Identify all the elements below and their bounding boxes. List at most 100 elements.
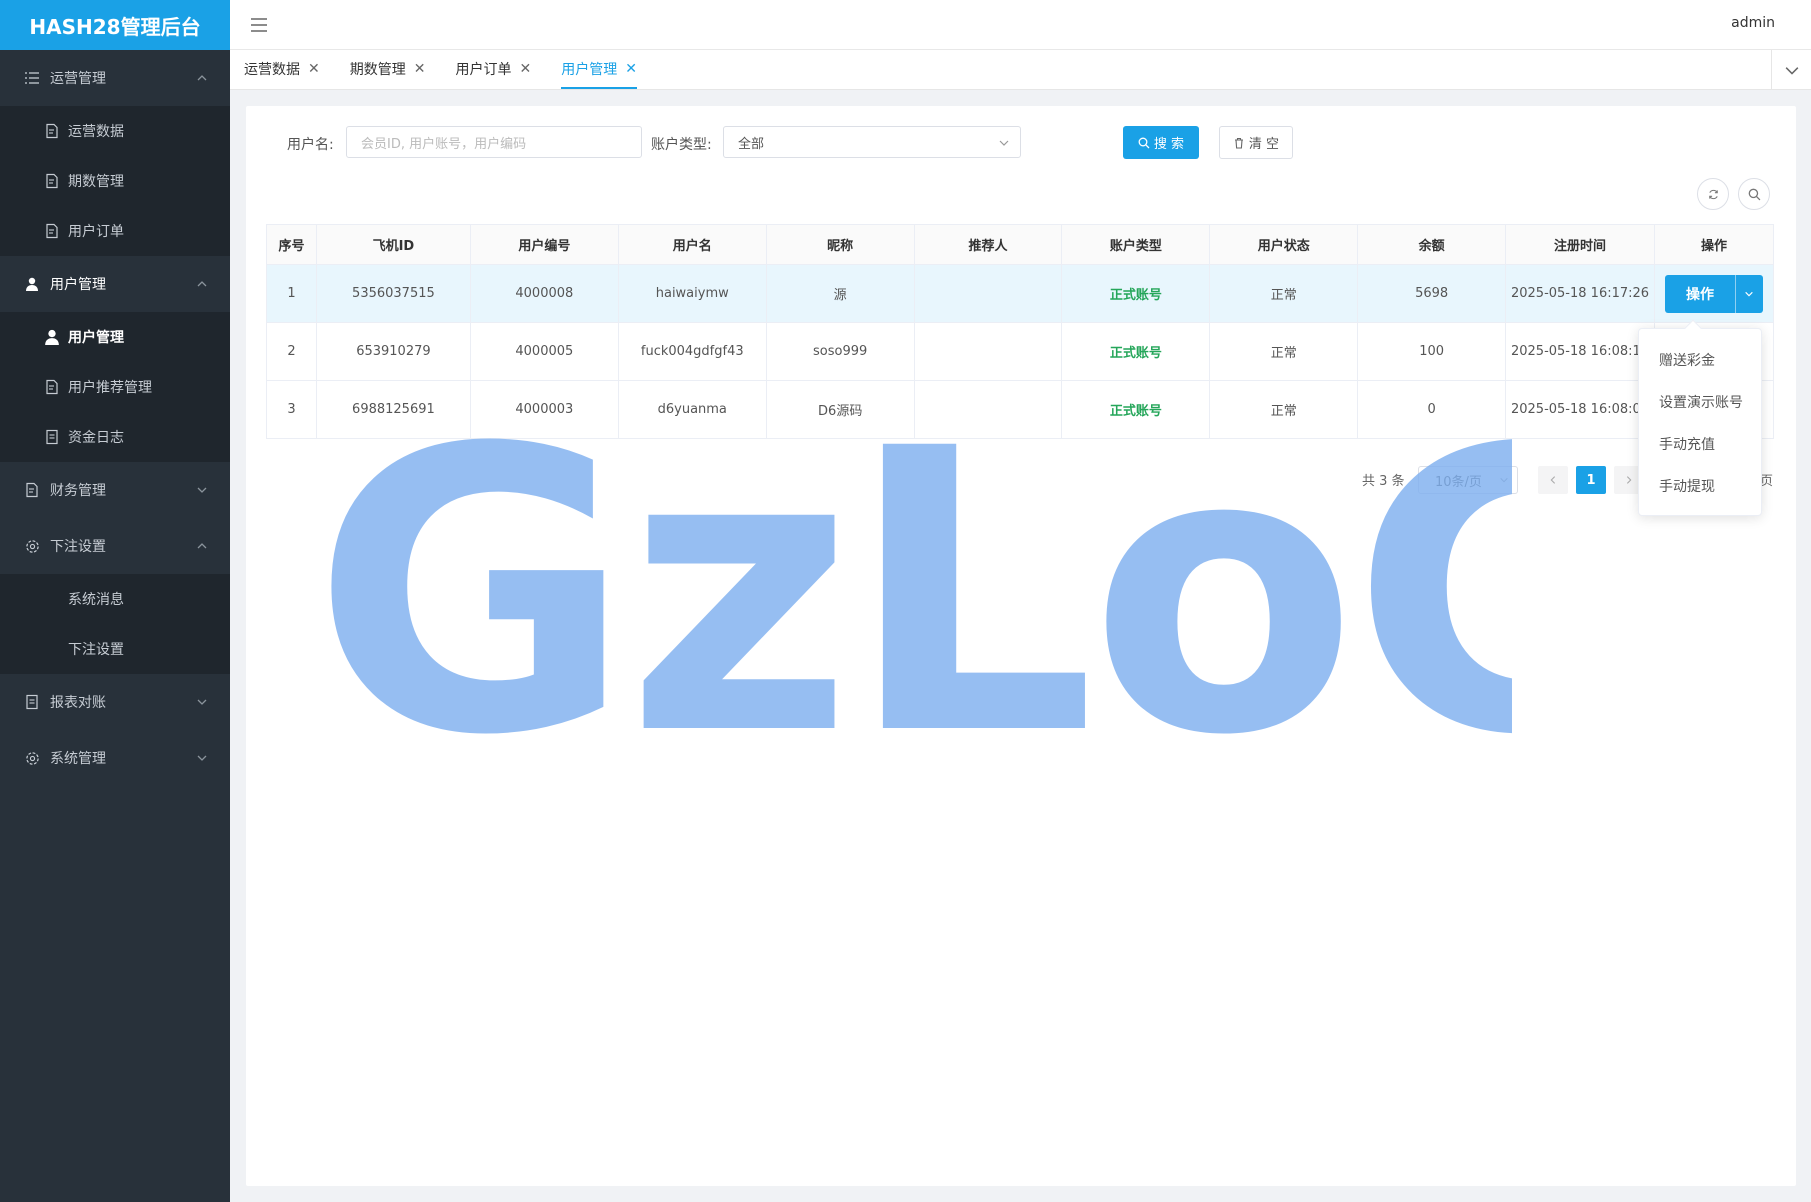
menu-item-manual-deposit[interactable]: 手动充值 bbox=[1639, 423, 1761, 465]
operation-button[interactable]: 操作 bbox=[1664, 274, 1735, 313]
table-row[interactable]: 2 653910279 4000005 fuck004gdfgf43 soso9… bbox=[266, 322, 1775, 381]
tab-orders[interactable]: 用户订单 ✕ bbox=[455, 49, 531, 89]
sidebar-item-periods[interactable]: 期数管理 bbox=[0, 156, 230, 206]
sidebar-item-user-management[interactable]: 用户管理 bbox=[0, 312, 230, 362]
tab-bar: 运营数据 ✕ 期数管理 ✕ 用户订单 ✕ 用户管理 ✕ bbox=[230, 50, 1811, 90]
page-size-select[interactable]: 10条/页 bbox=[1418, 466, 1518, 494]
tab-label: 运营数据 bbox=[244, 62, 300, 78]
close-icon[interactable]: ✕ bbox=[519, 61, 531, 77]
chevron-right-icon bbox=[1626, 476, 1632, 484]
tab-ops-data[interactable]: 运营数据 ✕ bbox=[244, 49, 320, 89]
sidebar-group-finance[interactable]: 财务管理 bbox=[0, 462, 230, 518]
gear-icon bbox=[24, 538, 40, 554]
close-icon[interactable]: ✕ bbox=[308, 61, 320, 77]
refresh-button[interactable] bbox=[1697, 178, 1729, 210]
toggle-search-button[interactable] bbox=[1738, 178, 1770, 210]
column-header[interactable]: 用户名 bbox=[617, 224, 767, 265]
cell-no: 1 bbox=[266, 264, 317, 323]
menu-item-manual-withdraw[interactable]: 手动提现 bbox=[1639, 465, 1761, 507]
sidebar-item-system-messages[interactable]: 系统消息 bbox=[0, 574, 230, 624]
sidebar-group-users[interactable]: 用户管理 bbox=[0, 256, 230, 312]
document-icon bbox=[44, 223, 60, 239]
sidebar-item-referrals[interactable]: 用户推荐管理 bbox=[0, 362, 230, 412]
sidebar-group-label: 用户管理 bbox=[50, 277, 106, 293]
sidebar-group-operations[interactable]: 运营管理 bbox=[0, 50, 230, 106]
tabs-more-button[interactable] bbox=[1771, 50, 1811, 90]
cell-user-no: 4000003 bbox=[469, 380, 619, 439]
column-header[interactable]: 飞机ID bbox=[315, 224, 471, 265]
column-header[interactable]: 账户类型 bbox=[1061, 224, 1211, 265]
pager-prev-button[interactable] bbox=[1538, 466, 1568, 494]
sidebar: HASH28管理后台 运营管理 运营数据 期数管理 用户订单 用户管理 用户管理… bbox=[0, 0, 230, 1202]
column-header[interactable]: 用户编号 bbox=[469, 224, 619, 265]
sidebar-group-system[interactable]: 系统管理 bbox=[0, 730, 230, 786]
column-header[interactable]: 昵称 bbox=[765, 224, 915, 265]
list-icon bbox=[24, 70, 40, 86]
pager-page-current[interactable]: 1 bbox=[1576, 466, 1606, 494]
column-header[interactable]: 推荐人 bbox=[913, 224, 1063, 265]
cell-status: 正常 bbox=[1209, 380, 1359, 439]
column-header[interactable]: 注册时间 bbox=[1505, 224, 1655, 265]
clear-button[interactable]: 清 空 bbox=[1219, 126, 1293, 159]
file-text-icon bbox=[44, 429, 60, 445]
sidebar-item-bet-config[interactable]: 下注设置 bbox=[0, 624, 230, 674]
table-row[interactable]: 1 5356037515 4000008 haiwaiymw 源 正式账号 正常… bbox=[266, 264, 1775, 323]
document-icon bbox=[24, 482, 40, 498]
submenu-operations: 运营数据 期数管理 用户订单 bbox=[0, 106, 230, 256]
sidebar-group-label: 系统管理 bbox=[50, 751, 106, 767]
tab-periods[interactable]: 期数管理 ✕ bbox=[350, 49, 426, 89]
cell-nickname: soso999 bbox=[765, 322, 915, 381]
search-icon bbox=[1748, 188, 1760, 200]
chevron-down-icon bbox=[999, 140, 1009, 146]
close-icon[interactable]: ✕ bbox=[414, 61, 426, 77]
account-type-select[interactable]: 全部 bbox=[723, 126, 1021, 158]
trash-icon bbox=[1234, 137, 1243, 149]
operation-dropdown-menu: 赠送彩金 设置演示账号 手动充值 手动提现 bbox=[1638, 319, 1762, 516]
user-menu[interactable]: admin bbox=[1731, 15, 1775, 31]
column-header[interactable]: 序号 bbox=[266, 224, 317, 265]
pager-total: 共 3 条 bbox=[1362, 474, 1405, 489]
column-header[interactable]: 用户状态 bbox=[1209, 224, 1359, 265]
cell-tg-id: 6988125691 bbox=[315, 380, 471, 439]
username-label: 用户名: bbox=[287, 137, 334, 153]
sidebar-item-label: 用户管理 bbox=[68, 330, 124, 346]
search-button[interactable]: 搜 索 bbox=[1123, 126, 1199, 159]
sidebar-item-label: 资金日志 bbox=[68, 430, 124, 446]
sidebar-item-ops-data[interactable]: 运营数据 bbox=[0, 106, 230, 156]
gear-icon bbox=[24, 750, 40, 766]
chevron-up-icon bbox=[197, 75, 207, 81]
sidebar-item-label: 用户订单 bbox=[68, 224, 124, 240]
cell-referrer bbox=[913, 322, 1063, 381]
operation-split-button: 操作 bbox=[1664, 274, 1763, 313]
app-logo: HASH28管理后台 bbox=[0, 0, 230, 50]
cell-balance: 5698 bbox=[1357, 264, 1507, 323]
hamburger-menu-icon[interactable] bbox=[248, 14, 270, 36]
close-icon[interactable]: ✕ bbox=[625, 61, 637, 77]
chevron-up-icon bbox=[197, 281, 207, 287]
sidebar-item-label: 下注设置 bbox=[68, 642, 124, 658]
cell-reg-time: 2025-05-18 16:17:26 bbox=[1505, 264, 1655, 323]
table-row[interactable]: 3 6988125691 4000003 d6yuanma D6源码 正式账号 … bbox=[266, 380, 1775, 439]
sidebar-item-fund-log[interactable]: 资金日志 bbox=[0, 412, 230, 462]
sidebar-group-label: 下注设置 bbox=[50, 539, 106, 555]
sidebar-group-label: 运营管理 bbox=[50, 71, 106, 87]
column-header[interactable]: 余额 bbox=[1357, 224, 1507, 265]
tab-label: 用户管理 bbox=[561, 62, 618, 78]
menu-item-set-demo-account[interactable]: 设置演示账号 bbox=[1639, 381, 1761, 423]
cell-referrer bbox=[913, 380, 1063, 439]
page-size-value: 10条/页 bbox=[1435, 474, 1482, 490]
tab-user-management[interactable]: 用户管理 ✕ bbox=[561, 49, 637, 89]
username-search-input[interactable]: 会员ID, 用户账号，用户编码 bbox=[346, 126, 642, 158]
tab-label: 用户订单 bbox=[455, 62, 512, 78]
chevron-down-icon bbox=[1745, 291, 1754, 296]
users-table: 序号 飞机ID 用户编号 用户名 昵称 推荐人 账户类型 用户状态 余额 注册时… bbox=[266, 224, 1775, 439]
menu-item-bonus[interactable]: 赠送彩金 bbox=[1639, 339, 1761, 381]
sidebar-group-reports[interactable]: 报表对账 bbox=[0, 674, 230, 730]
chevron-down-icon bbox=[197, 487, 207, 493]
operation-dropdown-toggle[interactable] bbox=[1734, 274, 1763, 313]
sidebar-group-label: 报表对账 bbox=[50, 695, 106, 711]
cell-reg-time: 2025-05-18 16:08:17 bbox=[1505, 322, 1655, 381]
sidebar-item-orders[interactable]: 用户订单 bbox=[0, 206, 230, 256]
cell-balance: 100 bbox=[1357, 322, 1507, 381]
sidebar-group-bet-settings[interactable]: 下注设置 bbox=[0, 518, 230, 574]
